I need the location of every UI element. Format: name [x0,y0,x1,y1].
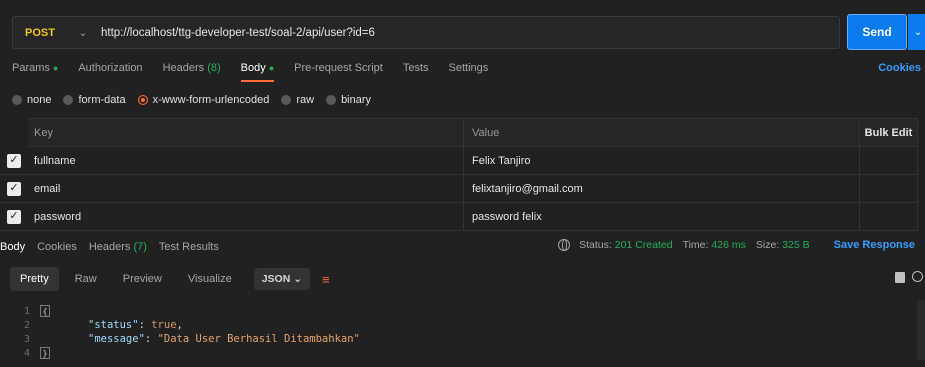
radio-dot-selected [137,95,148,105]
save-response-button[interactable]: Save Response [834,239,915,251]
response-tab-test-results[interactable]: Test Results [159,241,219,253]
chevron-down-icon: ⌄ [293,273,303,285]
status-label: Status: [579,239,612,251]
time-label: Time: [682,239,709,251]
param-value[interactable]: felixtanjiro@gmail.com [464,175,860,202]
response-tab-headers[interactable]: Headers (7) [89,241,147,253]
param-value[interactable]: Felix Tanjiro [464,147,860,174]
url-input[interactable]: http://localhost/ttg-developer-test/soal… [101,27,375,39]
response-tab-cookies[interactable]: Cookies [37,241,77,253]
response-status-bar: Status: 201 Created Time: 426 ms Size: 3… [558,239,915,251]
send-dropdown-chevron-icon[interactable]: ⌄ [908,14,925,50]
column-header-value: Value [464,119,860,146]
row-spacer [860,175,918,202]
row-checkbox[interactable]: ✓ [0,203,28,230]
tab-body[interactable]: Body ● [240,62,275,82]
copy-icon[interactable] [895,272,905,283]
row-checkbox[interactable]: ✓ [0,147,28,174]
tab-tests[interactable]: Tests [403,62,429,74]
table-header-row: Key Value Bulk Edit [28,119,918,147]
radio-dot [326,95,337,105]
method-label: POST [25,26,55,39]
radio-binary[interactable]: binary [326,94,371,106]
tab-params[interactable]: Params ● [12,62,58,74]
body-indicator-dot: ● [268,63,275,73]
body-type-selector: none form-data x-www-form-urlencoded raw… [12,94,383,106]
json-value-status: true [151,319,177,331]
table-row: ✓ fullname Felix Tanjiro [0,147,918,175]
radio-x-www-form-urlencoded[interactable]: x-www-form-urlencoded [137,94,269,106]
body-params-table: Key Value Bulk Edit ✓ fullname Felix Tan… [0,118,918,231]
row-spacer [860,203,918,230]
chevron-down-icon[interactable]: ⌄ [65,26,101,39]
json-key-status: "status" [88,319,139,331]
radio-form-data[interactable]: form-data [63,94,126,106]
cookies-link[interactable]: Cookies [878,62,921,74]
view-tab-pretty[interactable]: Pretty [10,267,59,291]
code-line: 4 } [0,346,360,360]
params-indicator-dot: ● [52,63,59,73]
radio-dot [281,95,292,105]
param-key[interactable]: password [28,203,464,230]
json-value-message: "Data User Berhasil Ditambahkan" [157,333,360,345]
send-button[interactable]: Send [847,14,907,50]
radio-none[interactable]: none [12,94,51,106]
row-checkbox[interactable]: ✓ [0,175,28,202]
bulk-edit-button[interactable]: Bulk Edit [860,119,918,146]
radio-dot [63,95,74,105]
line-number: 3 [23,333,30,345]
response-body-code: 1 { 2 "status": true, 3 "message": "Data… [0,304,360,360]
radio-dot [12,95,22,105]
table-row: ✓ email felixtanjiro@gmail.com [0,175,918,203]
view-tab-preview[interactable]: Preview [113,267,172,291]
search-icon[interactable] [912,271,923,282]
code-line: 2 "status": true, [0,318,360,332]
param-key[interactable]: email [28,175,464,202]
response-view-toolbar: Pretty Raw Preview Visualize JSON ⌄ ≡ [10,266,925,292]
url-bar[interactable]: POST ⌄ http://localhost/ttg-developer-te… [12,16,840,49]
checkmark-icon: ✓ [7,181,21,196]
method-selector[interactable]: POST [13,17,65,48]
headers-count: (8) [207,62,221,74]
param-value[interactable]: password felix [464,203,860,230]
tab-headers[interactable]: Headers (8) [163,62,221,74]
checkmark-icon: ✓ [7,153,21,168]
format-selector[interactable]: JSON ⌄ [253,268,311,290]
response-headers-count: (7) [133,241,147,253]
line-number: 2 [23,319,30,331]
response-tab-body[interactable]: Body [0,241,25,253]
time-value[interactable]: 426 ms [711,239,745,251]
request-tabs: Params ● Authorization Headers (8) Body ● … [12,62,925,84]
column-header-key: Key [28,119,464,146]
code-line: 1 { [0,304,360,318]
line-number: 4 [23,347,30,359]
param-key[interactable]: fullname [28,147,464,174]
status-value[interactable]: 201 Created [615,239,673,251]
response-scrollbar[interactable] [917,300,925,360]
fold-close-icon: } [40,347,50,359]
tab-settings[interactable]: Settings [449,62,489,74]
view-tab-raw[interactable]: Raw [65,267,107,291]
line-number: 1 [23,305,30,317]
checkmark-icon: ✓ [7,209,21,224]
tab-prerequest-script[interactable]: Pre-request Script [294,62,383,74]
fold-toggle-icon[interactable]: { [40,305,50,317]
size-label: Size: [755,239,780,251]
json-key-message: "message" [88,333,145,345]
globe-icon[interactable] [558,239,571,251]
tab-authorization[interactable]: Authorization [78,62,142,74]
wrap-lines-icon[interactable]: ≡ [322,272,330,287]
table-row: ✓ password password felix [0,203,918,231]
code-line: 3 "message": "Data User Berhasil Ditamba… [0,332,360,346]
radio-raw[interactable]: raw [281,94,314,106]
row-spacer [860,147,918,174]
size-value[interactable]: 325 B [782,239,809,251]
view-tab-visualize[interactable]: Visualize [178,267,242,291]
